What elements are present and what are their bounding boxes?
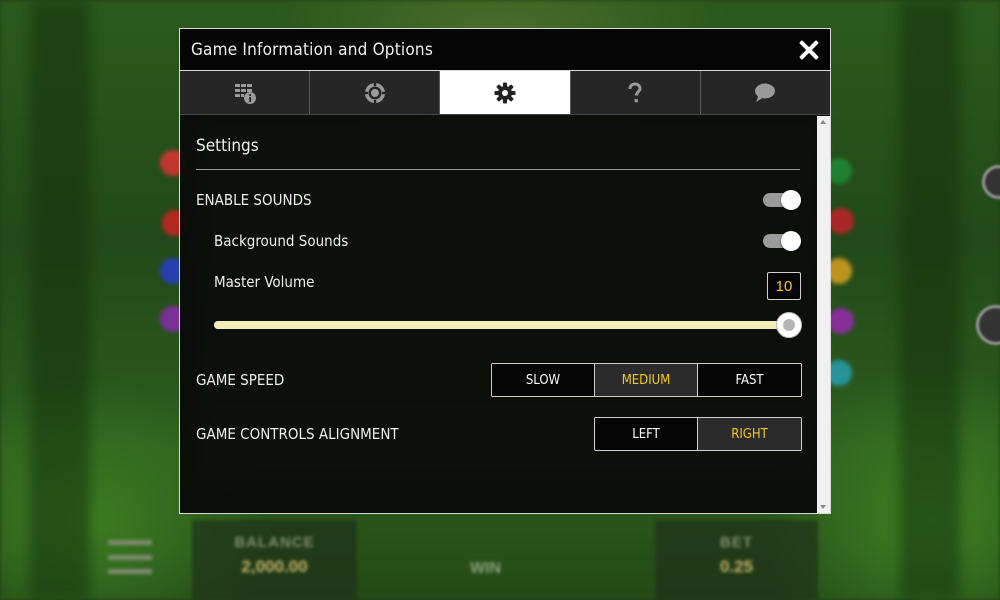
game-speed-selector: SLOW MEDIUM FAST <box>491 363 802 397</box>
chat-icon <box>755 83 776 102</box>
background-balance-value: 2,000.00 <box>241 557 308 576</box>
background-bet-value: 0.25 <box>719 557 754 576</box>
background-sounds-label: Background Sounds <box>214 232 349 250</box>
slider-fill <box>214 321 789 329</box>
background-vine <box>900 0 960 600</box>
scroll-down-arrow-icon[interactable] <box>820 505 826 509</box>
enable-sounds-toggle[interactable] <box>763 190 801 210</box>
game-options-dialog: Game Information and Options Settings EN… <box>179 28 831 514</box>
background-balance-panel: BALANCE 2,000.00 <box>192 520 357 600</box>
tab-rules[interactable] <box>310 71 441 114</box>
question-icon <box>628 81 642 102</box>
slider-thumb[interactable] <box>776 312 802 338</box>
tab-help[interactable] <box>570 71 701 114</box>
speed-medium-button[interactable]: MEDIUM <box>595 364 698 396</box>
game-speed-label: GAME SPEED <box>196 371 285 389</box>
speed-slow-button[interactable]: SLOW <box>492 364 595 396</box>
align-left-button[interactable]: LEFT <box>595 418 698 450</box>
align-right-button[interactable]: RIGHT <box>698 418 801 450</box>
enable-sounds-label: ENABLE SOUNDS <box>196 191 312 209</box>
background-bet-label: BET <box>720 534 753 551</box>
tab-chat[interactable] <box>700 71 831 114</box>
scrollbar[interactable] <box>817 116 830 513</box>
dialog-title: Game Information and Options <box>191 39 433 60</box>
background-win-label: WIN <box>470 560 502 577</box>
toggle-knob <box>781 190 801 210</box>
tab-paytable[interactable] <box>180 71 311 114</box>
background-ball <box>828 208 854 234</box>
background-ball <box>828 308 854 334</box>
dialog-titlebar: Game Information and Options <box>180 29 830 71</box>
speed-fast-button[interactable]: FAST <box>698 364 801 396</box>
chip-rules-icon <box>364 82 386 103</box>
scroll-up-arrow-icon[interactable] <box>820 120 826 124</box>
controls-alignment-label: GAME CONTROLS ALIGNMENT <box>196 425 399 443</box>
tab-settings[interactable] <box>440 71 571 114</box>
controls-alignment-selector: LEFT RIGHT <box>594 417 802 451</box>
gear-icon <box>494 82 516 103</box>
background-bet-panel: BET 0.25 <box>655 520 818 600</box>
section-title: Settings <box>196 136 259 156</box>
paytable-info-icon <box>234 83 256 104</box>
master-volume-slider[interactable] <box>214 312 802 338</box>
dialog-tabs <box>180 71 831 115</box>
background-vine <box>30 0 90 600</box>
master-volume-value: 10 <box>767 272 801 300</box>
background-sounds-toggle[interactable] <box>763 231 801 251</box>
toggle-knob <box>781 231 801 251</box>
close-icon[interactable] <box>798 39 820 61</box>
background-balance-label: BALANCE <box>234 534 315 551</box>
master-volume-label: Master Volume <box>214 273 315 291</box>
divider <box>196 169 800 170</box>
background-menu-icon <box>108 540 152 574</box>
settings-panel: Settings ENABLE SOUNDS Background Sounds… <box>180 116 830 513</box>
